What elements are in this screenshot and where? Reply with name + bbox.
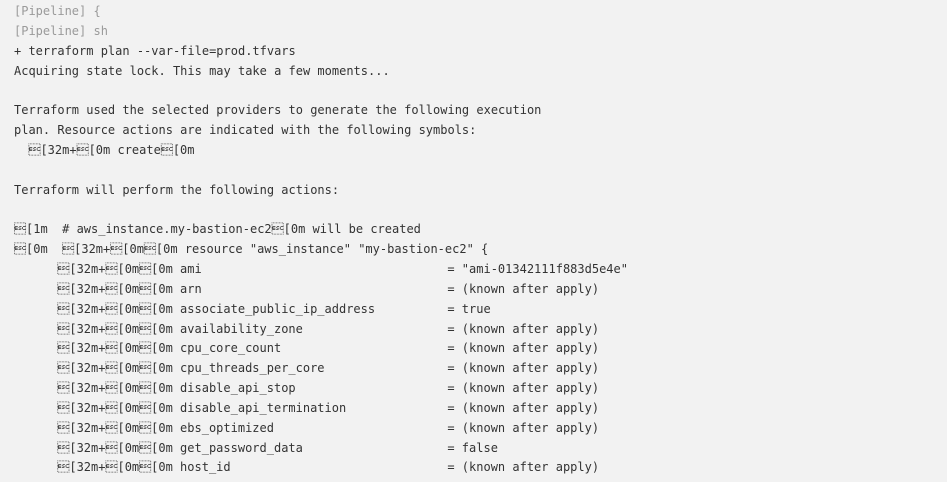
console-line: [32m+[0m[0m disable_api_stop = (known…: [14, 381, 600, 396]
console-line: Terraform will perform the following act…: [14, 182, 340, 197]
console-line: plan. Resource actions are indicated wit…: [14, 123, 477, 138]
console-line: [0m [32m+[0m[0m resource "aws_instan…: [14, 242, 489, 257]
console-line: [32m+[0m[0m ebs_optimized = (known af…: [14, 420, 600, 435]
console-line: + terraform plan --var-file=prod.tfvars: [14, 43, 296, 58]
console-line: [32m+[0m create[0m: [14, 142, 195, 157]
console-line: [32m+[0m[0m availability_zone = (know…: [14, 321, 600, 336]
console-line: [32m+[0m[0m host_id = (known after ap…: [14, 460, 600, 475]
console-line: [Pipeline] sh: [14, 23, 108, 38]
console-line: [1m # aws_instance.my-bastion-ec2[0m w…: [14, 222, 421, 237]
console-output: [Pipeline] { [Pipeline] sh + terraform p…: [0, 0, 947, 482]
console-line: [32m+[0m[0m get_password_data = false: [14, 440, 498, 455]
console-line: [Pipeline] {: [14, 4, 101, 18]
console-line: [32m+[0m[0m arn = (known after apply): [14, 281, 600, 296]
console-line: Terraform used the selected providers to…: [14, 103, 542, 118]
console-line: Acquiring state lock. This may take a fe…: [14, 63, 390, 78]
console-line: [32m+[0m[0m associate_public_ip_addre…: [14, 301, 491, 316]
console-line: [32m+[0m[0m disable_api_termination =…: [14, 400, 600, 415]
console-line: [32m+[0m[0m cpu_threads_per_core = (k…: [14, 361, 600, 376]
console-line: [32m+[0m[0m ami = "ami-01342111f883d5…: [14, 261, 628, 276]
console-line: [32m+[0m[0m cpu_core_count = (known a…: [14, 341, 600, 356]
